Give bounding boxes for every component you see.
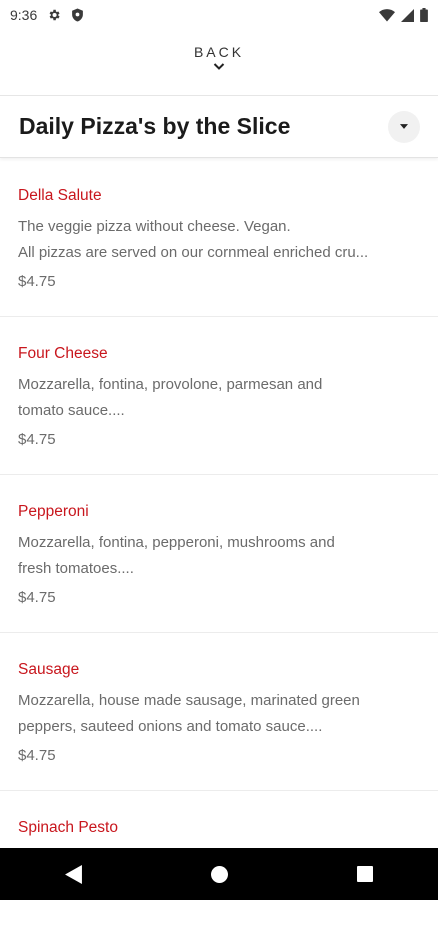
- wifi-icon: [379, 8, 395, 21]
- page-title: Daily Pizza's by the Slice: [19, 113, 291, 139]
- menu-list: Della Salute The veggie pizza without ch…: [0, 159, 438, 949]
- back-label: BACK: [193, 44, 245, 60]
- system-nav-bar: [0, 848, 438, 900]
- item-description: Mozzarella, house made sausage, marinate…: [18, 692, 360, 735]
- menu-item[interactable]: Sausage Mozzarella, house made sausage, …: [0, 633, 438, 791]
- item-name: Spinach Pesto: [18, 819, 118, 836]
- caret-down-icon: [400, 124, 408, 129]
- item-price: $4.75: [18, 431, 56, 448]
- section-dropdown-button[interactable]: [388, 110, 420, 143]
- chevron-down-icon: [213, 63, 225, 70]
- nav-recents-button[interactable]: [335, 848, 395, 900]
- menu-item[interactable]: Four Cheese Mozzarella, fontina, provolo…: [0, 317, 438, 475]
- home-nav-icon: [210, 865, 228, 883]
- recents-nav-icon: [357, 866, 373, 882]
- item-price: $4.75: [18, 589, 56, 606]
- back-nav-icon: [64, 864, 82, 884]
- back-button[interactable]: BACK: [0, 38, 438, 88]
- nav-back-button[interactable]: [43, 848, 103, 900]
- signal-icon: [401, 8, 414, 22]
- status-bar: 9:36: [0, 0, 438, 30]
- item-description: Mozzarella, fontina, pepperoni, mushroom…: [18, 534, 335, 577]
- shield-icon: [72, 8, 84, 22]
- item-name: Four Cheese: [18, 345, 108, 362]
- battery-icon: [420, 8, 428, 22]
- menu-item[interactable]: Pepperoni Mozzarella, fontina, pepperoni…: [0, 475, 438, 633]
- item-name: Della Salute: [18, 187, 102, 204]
- item-name: Pepperoni: [18, 503, 89, 520]
- settings-icon: [49, 9, 60, 21]
- status-time: 9:36: [10, 7, 38, 23]
- item-description: The veggie pizza without cheese. Vegan. …: [18, 218, 369, 261]
- item-price: $4.75: [18, 747, 56, 764]
- menu-item[interactable]: Della Salute The veggie pizza without ch…: [0, 159, 438, 317]
- section-header: Daily Pizza's by the Slice: [0, 96, 438, 158]
- nav-home-button[interactable]: [189, 848, 249, 900]
- item-price: $4.75: [18, 273, 56, 290]
- item-description: Mozzarella, fontina, provolone, parmesan…: [18, 376, 323, 419]
- item-name: Sausage: [18, 661, 80, 678]
